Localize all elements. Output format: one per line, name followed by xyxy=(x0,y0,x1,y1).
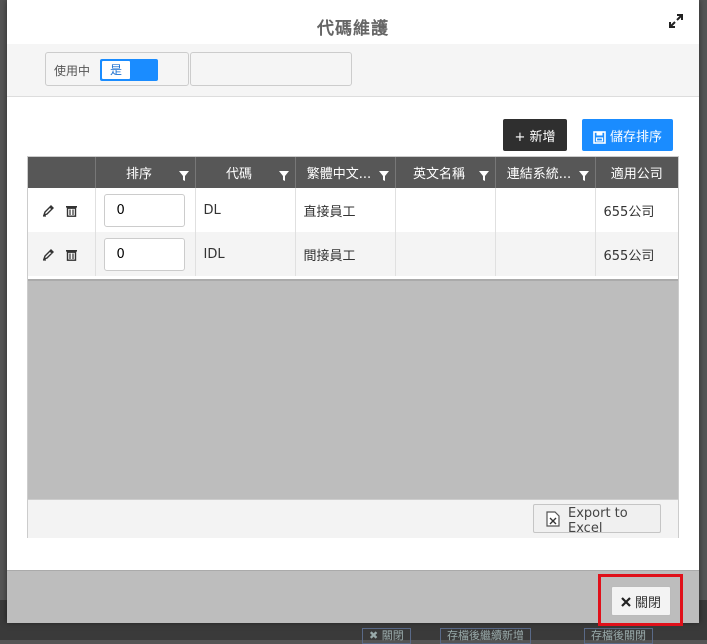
background-save-continue-button: 存檔後繼續新增 xyxy=(440,628,531,644)
filter-empty-field[interactable] xyxy=(190,52,352,86)
table-header-row: 排序 代碼 繁體中文... 英文名稱 連結系統... 適用公司 xyxy=(28,157,678,188)
column-header-link-system[interactable]: 連結系統... xyxy=(495,157,596,188)
cell-name-zh: 間接員工 xyxy=(295,232,396,276)
cell-link-system xyxy=(495,232,596,276)
export-excel-button[interactable]: Export to Excel xyxy=(533,504,661,536)
excel-icon xyxy=(546,511,560,527)
code-grid: 排序 代碼 繁體中文... 英文名稱 連結系統... 適用公司 0 DL 直接員… xyxy=(27,156,679,538)
grid-empty-area xyxy=(28,279,678,500)
sort-order-input[interactable] xyxy=(103,193,185,227)
column-header-code[interactable]: 代碼 xyxy=(195,157,296,188)
background-save-close-button: 存檔後關閉 xyxy=(584,628,653,644)
cell-company: 655公司 xyxy=(603,204,655,220)
add-button-label: + 新增 xyxy=(514,129,556,145)
save-icon xyxy=(593,130,606,144)
filter-icon[interactable] xyxy=(578,171,589,181)
in-use-filter: 使用中 是 xyxy=(45,52,189,86)
close-label: 關閉 xyxy=(634,595,661,611)
export-label: Export to Excel xyxy=(568,506,628,536)
column-header-name-en[interactable]: 英文名稱 xyxy=(395,157,496,188)
save-order-label: 儲存排序 xyxy=(609,129,662,145)
grid-footer: Export to Excel xyxy=(28,499,678,538)
cell-code: DL xyxy=(195,188,296,232)
filter-icon[interactable] xyxy=(378,171,389,181)
dialog-title: 代碼維護 xyxy=(317,19,389,39)
cell-name-zh: 直接員工 xyxy=(295,188,396,232)
background-close-button: ✖ 關閉 xyxy=(362,628,411,644)
toggle-value: 是 xyxy=(102,61,130,79)
trash-icon[interactable] xyxy=(65,204,78,217)
add-button[interactable]: + 新增 xyxy=(503,119,567,151)
trash-icon[interactable] xyxy=(65,248,78,261)
sort-order-input[interactable] xyxy=(103,237,185,271)
cell-link-system xyxy=(495,188,596,232)
expand-icon[interactable] xyxy=(669,14,685,30)
column-header-company[interactable]: 適用公司 xyxy=(595,157,678,188)
cell-code: IDL xyxy=(195,232,296,276)
table-row: DL 直接員工 655公司 xyxy=(28,188,678,232)
close-button[interactable]: 關閉 xyxy=(611,586,671,616)
close-icon xyxy=(621,596,631,607)
save-order-button[interactable]: 儲存排序 xyxy=(582,119,673,151)
column-header-name-zh[interactable]: 繁體中文... xyxy=(295,157,396,188)
close-highlight: 關閉 xyxy=(598,574,683,626)
column-header-actions xyxy=(28,157,96,188)
in-use-label: 使用中 xyxy=(54,64,91,78)
filter-icon[interactable] xyxy=(278,171,289,181)
filter-bar: 使用中 是 xyxy=(7,44,699,97)
dialog-titlebar: 代碼維護 xyxy=(7,0,699,45)
in-use-toggle[interactable]: 是 xyxy=(100,59,158,81)
filter-icon[interactable] xyxy=(178,171,189,181)
cell-company: 655公司 xyxy=(595,232,678,276)
column-header-sort[interactable]: 排序 xyxy=(95,157,196,188)
edit-icon[interactable] xyxy=(42,248,55,261)
filter-icon[interactable] xyxy=(478,171,489,181)
dialog-footer: 關閉 xyxy=(7,570,699,626)
code-table: 排序 代碼 繁體中文... 英文名稱 連結系統... 適用公司 0 DL 直接員… xyxy=(28,157,678,276)
table-row: IDL 間接員工 655公司 xyxy=(28,232,678,276)
cell-name-en xyxy=(395,232,496,276)
code-maintenance-dialog: 代碼維護 使用中 是 + 新增 儲存排序 排序 代碼 繁體中文... 英文名稱 … xyxy=(7,0,699,626)
cell-name-en xyxy=(395,188,496,232)
edit-icon[interactable] xyxy=(42,204,55,217)
